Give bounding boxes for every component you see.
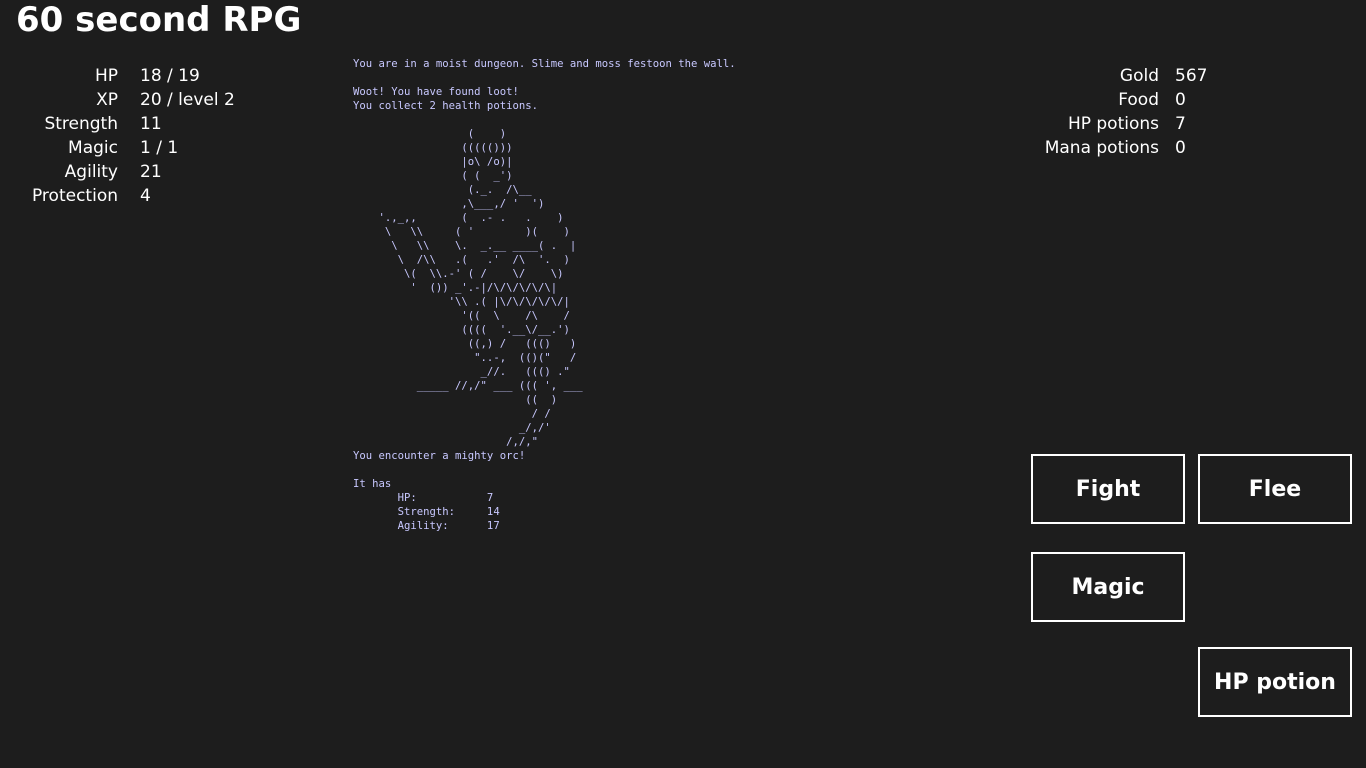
magic-button[interactable]: Magic [1031, 552, 1185, 622]
stat-strength: Strength 11 [0, 112, 300, 136]
inventory-mana-potions: Mana potions 0 [1000, 136, 1300, 160]
stat-value: 4 [140, 186, 151, 206]
stat-magic: Magic 1 / 1 [0, 136, 300, 160]
inventory-gold: Gold 567 [1000, 64, 1300, 88]
inventory-value: 567 [1175, 66, 1208, 86]
inventory-label: Gold [1119, 66, 1159, 86]
stat-protection: Protection 4 [0, 184, 300, 208]
inventory-label: Mana potions [1044, 138, 1159, 158]
stat-label: HP [94, 66, 118, 86]
inventory-value: 7 [1175, 114, 1186, 134]
player-stats-panel: HP 18 / 19 XP 20 / level 2 Strength 11 M… [0, 64, 300, 208]
stat-value: 21 [140, 162, 162, 182]
inventory-value: 0 [1175, 90, 1186, 110]
inventory-hp-potions: HP potions 7 [1000, 112, 1300, 136]
stat-xp: XP 20 / level 2 [0, 88, 300, 112]
stat-label: Magic [68, 138, 118, 158]
stat-label: XP [96, 90, 118, 110]
inventory-label: HP potions [1067, 114, 1159, 134]
inventory-label: Food [1118, 90, 1159, 110]
stat-value: 1 / 1 [140, 138, 179, 158]
inventory-panel: Gold 567 Food 0 HP potions 7 Mana potion… [1000, 64, 1300, 160]
inventory-value: 0 [1175, 138, 1186, 158]
stat-agility: Agility 21 [0, 160, 300, 184]
stat-hp: HP 18 / 19 [0, 64, 300, 88]
game-window: 60 second RPG HP 18 / 19 XP 20 / level 2… [0, 0, 1366, 768]
stat-value: 18 / 19 [140, 66, 200, 86]
inventory-food: Food 0 [1000, 88, 1300, 112]
stat-label: Protection [31, 186, 118, 206]
fight-button[interactable]: Fight [1031, 454, 1185, 524]
app-title: 60 second RPG [16, 0, 302, 40]
stat-value: 20 / level 2 [140, 90, 235, 110]
stat-label: Strength [44, 114, 118, 134]
game-log: You are in a moist dungeon. Slime and mo… [353, 58, 736, 532]
hp-potion-button[interactable]: HP potion [1198, 647, 1352, 717]
stat-value: 11 [140, 114, 162, 134]
stat-label: Agility [64, 162, 118, 182]
flee-button[interactable]: Flee [1198, 454, 1352, 524]
